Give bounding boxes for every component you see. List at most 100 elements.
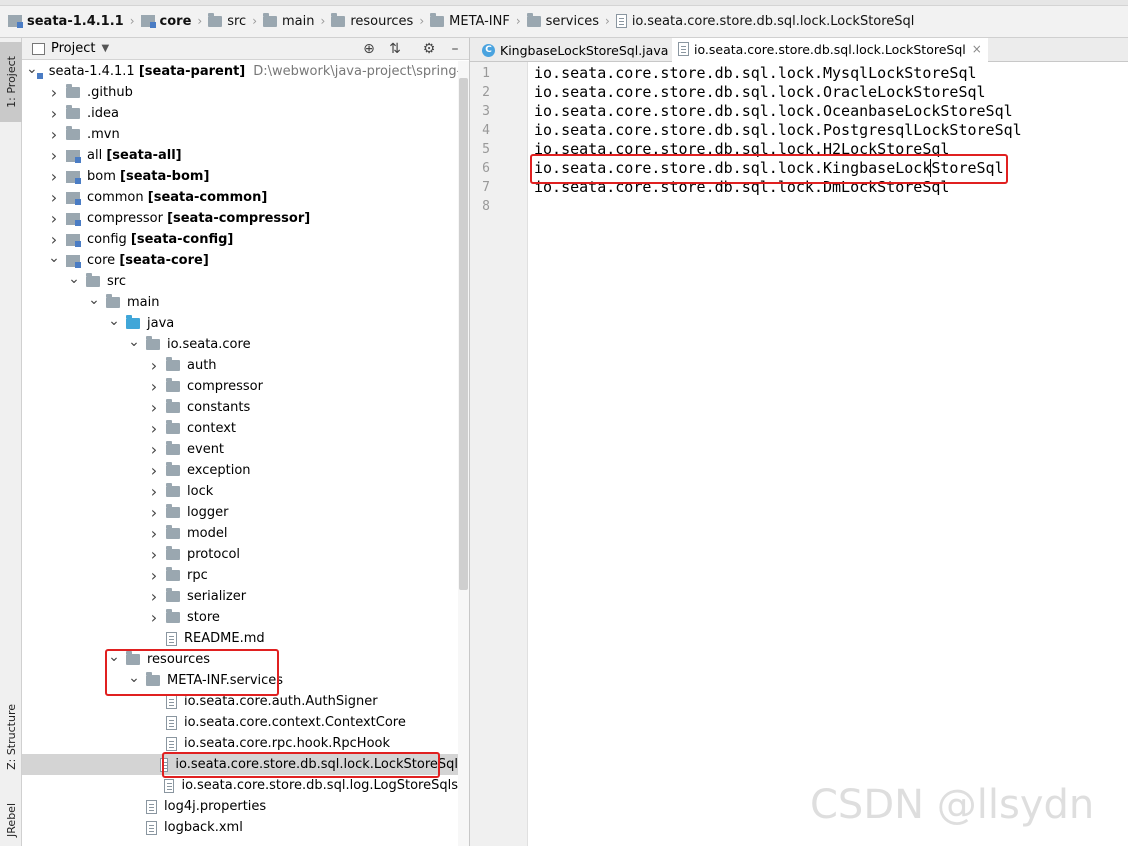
breadcrumb-item[interactable]: services › [526,10,616,32]
chevron-right-icon[interactable]: › [146,420,162,437]
tree-row[interactable]: › lock [22,481,458,502]
chevron-right-icon[interactable]: › [146,357,162,374]
tree-row[interactable]: › common [seata-common] [22,187,458,208]
code-line[interactable]: io.seata.core.store.db.sql.lock.DmLockSt… [534,178,949,197]
chevron-right-icon[interactable]: › [146,588,162,605]
chevron-right-icon[interactable]: › [146,462,162,479]
breadcrumb-item[interactable]: resources › [331,10,430,32]
tab-lockstoresql[interactable]: io.seata.core.store.db.sql.lock.LockStor… [672,38,988,62]
chevron-right-icon[interactable]: › [46,84,62,101]
code-line[interactable]: io.seata.core.store.db.sql.lock.OracleLo… [534,83,986,102]
chevron-right-icon[interactable]: › [146,378,162,395]
tree-row[interactable]: › config [seata-config] [22,229,458,250]
tree-item-label: rpc [187,568,208,583]
tree-item-name: main [127,295,160,310]
tree-row[interactable]: ⌄ main [22,292,458,313]
project-view-selector[interactable]: Project ▼ [32,41,109,56]
project-panel: Project ▼ ⊕ ⇅ ⚙ – ⌄ seata-1.4.1.1 [seata-… [22,38,470,846]
settings-button[interactable]: ⚙ [420,40,438,58]
tree-row[interactable]: io.seata.core.rpc.hook.RpcHook [22,733,458,754]
tree-row[interactable]: › store [22,607,458,628]
tree-row[interactable]: README.md [22,628,458,649]
tree-row[interactable]: › bom [seata-bom] [22,166,458,187]
chevron-right-icon[interactable]: › [46,147,62,164]
tree-row[interactable]: ⌄ java [22,313,458,334]
tree-row[interactable]: › event [22,439,458,460]
chevron-down-icon[interactable]: ⌄ [106,650,122,668]
breadcrumb-item[interactable]: main › [263,10,331,32]
tree-row[interactable]: › compressor [seata-compressor] [22,208,458,229]
chevron-right-icon[interactable]: › [146,609,162,626]
chevron-down-icon[interactable]: ⌄ [46,251,62,269]
code-line[interactable]: io.seata.core.store.db.sql.lock.H2LockSt… [534,140,949,159]
tree-row[interactable]: io.seata.core.auth.AuthSigner [22,691,458,712]
tree-row[interactable]: io.seata.core.store.db.sql.log.LogStoreS… [22,775,458,796]
chevron-right-icon[interactable]: › [46,231,62,248]
tree-row[interactable]: › protocol [22,544,458,565]
tree-row[interactable]: › model [22,523,458,544]
chevron-right-icon[interactable]: › [46,168,62,185]
chevron-right-icon[interactable]: › [46,189,62,206]
tree-row[interactable]: › .mvn [22,124,458,145]
folder-icon [146,672,160,686]
tree-row[interactable]: › all [seata-all] [22,145,458,166]
breadcrumb-item[interactable]: core › [140,10,209,32]
tree-row[interactable]: io.seata.core.store.db.sql.lock.LockStor… [22,754,458,775]
chevron-right-icon[interactable]: › [46,126,62,143]
breadcrumb-item[interactable]: io.seata.core.store.db.sql.lock.LockStor… [615,10,914,32]
breadcrumb-label: seata-1.4.1.1 [27,13,124,29]
chevron-right-icon[interactable]: › [146,483,162,500]
locate-file-button[interactable]: ⊕ [360,40,378,58]
chevron-down-icon[interactable]: ⌄ [106,314,122,332]
tree-row[interactable]: ⌄ src [22,271,458,292]
chevron-right-icon[interactable]: › [46,105,62,122]
collapse-all-button[interactable]: ⇅ [386,40,404,58]
tree-row[interactable]: › serializer [22,586,458,607]
chevron-down-icon[interactable]: ⌄ [86,293,102,311]
tree-row[interactable]: ⌄ resources [22,649,458,670]
tree-row[interactable]: ⌄ io.seata.core [22,334,458,355]
project-panel-header: Project ▼ ⊕ ⇅ ⚙ – [22,38,469,60]
breadcrumb-item[interactable]: seata-1.4.1.1 › [8,10,141,32]
chevron-right-icon[interactable]: › [146,399,162,416]
jrebel-tool-tab[interactable]: JRebel [0,794,22,846]
tree-row[interactable]: io.seata.core.context.ContextCore [22,712,458,733]
chevron-right-icon[interactable]: › [146,567,162,584]
close-icon[interactable]: × [972,42,982,56]
hide-panel-button[interactable]: – [446,40,464,58]
tree-row[interactable]: › exception [22,460,458,481]
project-panel-title: Project [51,41,96,56]
structure-tool-tab[interactable]: Z: Structure [0,696,22,778]
tree-row[interactable]: › .github [22,82,458,103]
tree-row[interactable]: ⌄ META-INF.services [22,670,458,691]
tree-row[interactable]: › rpc [22,565,458,586]
tree-row[interactable]: › constants [22,397,458,418]
chevron-down-icon[interactable]: ⌄ [66,272,82,290]
tree-row[interactable]: › auth [22,355,458,376]
chevron-down-icon[interactable]: ⌄ [126,335,142,353]
code-line[interactable]: io.seata.core.store.db.sql.lock.Oceanbas… [534,102,1013,121]
breadcrumb-item[interactable]: src › [208,10,263,32]
breadcrumb-item[interactable]: META-INF › [430,10,527,32]
project-tool-tab[interactable]: 1: Project [0,42,22,122]
tab-kingbase-java[interactable]: C KingbaseLockStoreSql.java × [476,38,690,62]
code-line[interactable]: io.seata.core.store.db.sql.lock.MysqlLoc… [534,64,977,83]
chevron-right-icon[interactable]: › [146,441,162,458]
chevron-right-icon[interactable]: › [146,525,162,542]
code-line[interactable]: io.seata.core.store.db.sql.lock.Kingbase… [534,159,1004,178]
chevron-down-icon[interactable]: ⌄ [126,671,142,689]
chevron-right-icon[interactable]: › [146,546,162,563]
chevron-right-icon[interactable]: › [146,504,162,521]
tree-row[interactable]: › context [22,418,458,439]
code-line[interactable]: io.seata.core.store.db.sql.lock.Postgres… [534,121,1022,140]
chevron-right-icon[interactable]: › [46,210,62,227]
tree-row[interactable]: logback.xml [22,817,458,838]
tree-row[interactable]: › .idea [22,103,458,124]
project-scrollbar-thumb[interactable] [459,78,468,590]
tree-row[interactable]: › logger [22,502,458,523]
tree-row[interactable]: log4j.properties [22,796,458,817]
tree-row[interactable]: › compressor [22,376,458,397]
tree-row[interactable]: ⌄ seata-1.4.1.1 [seata-parent] D:\webwork\… [22,61,469,82]
editor-content[interactable]: io.seata.core.store.db.sql.lock.MysqlLoc… [528,62,1128,846]
tree-row[interactable]: ⌄ core [seata-core] [22,250,458,271]
